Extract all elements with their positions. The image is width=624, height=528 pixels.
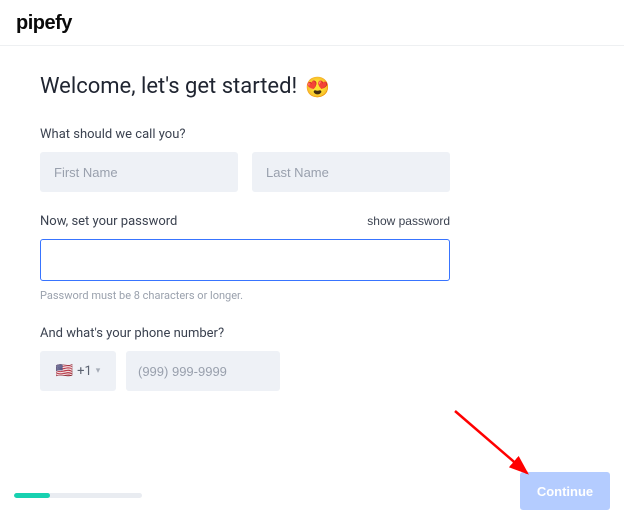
name-label: What should we call you? — [40, 127, 584, 142]
phone-input[interactable] — [126, 351, 280, 391]
password-hint: Password must be 8 characters or longer. — [40, 289, 584, 302]
password-input[interactable] — [40, 239, 450, 281]
flag-icon: 🇺🇸 — [56, 364, 73, 378]
password-header: Now, set your password show password — [40, 214, 450, 229]
continue-button[interactable]: Continue — [520, 472, 610, 510]
name-row — [40, 152, 584, 192]
app-header: pipefy — [0, 0, 624, 46]
brand-logo: pipefy — [16, 12, 608, 35]
chevron-down-icon: ▾ — [96, 366, 101, 376]
title-text: Welcome, let's get started! — [40, 74, 297, 99]
password-label: Now, set your password — [40, 214, 177, 229]
phone-row: 🇺🇸 +1 ▾ — [40, 351, 584, 391]
phone-label: And what's your phone number? — [40, 326, 584, 341]
page-title: Welcome, let's get started! 😍 — [40, 74, 584, 99]
last-name-input[interactable] — [252, 152, 450, 192]
progress-fill — [14, 493, 50, 498]
heart-eyes-icon: 😍 — [305, 77, 330, 97]
first-name-input[interactable] — [40, 152, 238, 192]
progress-bar — [14, 493, 142, 498]
country-code-select[interactable]: 🇺🇸 +1 ▾ — [40, 351, 116, 391]
show-password-button[interactable]: show password — [367, 214, 450, 228]
signup-form: Welcome, let's get started! 😍 What shoul… — [0, 46, 624, 391]
dial-code: +1 — [77, 364, 92, 379]
